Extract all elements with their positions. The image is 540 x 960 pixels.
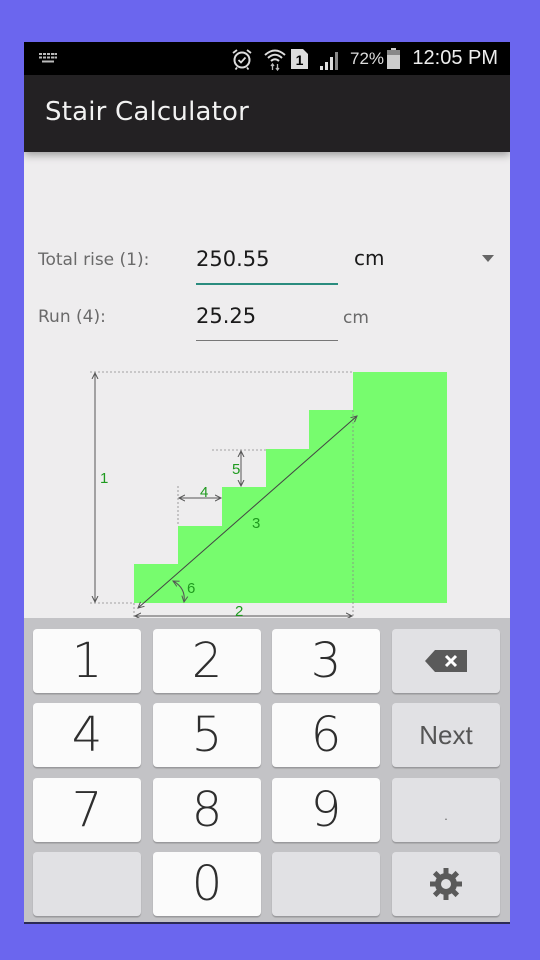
battery-percent: 72% [350, 49, 385, 68]
key-label: 0 [191, 856, 223, 912]
settings-key[interactable] [392, 852, 500, 916]
screen-bottom-edge [24, 922, 510, 924]
key-label: 4 [71, 707, 103, 763]
unit-dropdown[interactable]: cm [354, 246, 494, 276]
sim-1-icon: 1 [291, 49, 308, 69]
phone-screen: 1 72% 12:05 PM Stair Calculator Total ri… [24, 42, 510, 924]
battery-icon [387, 48, 400, 69]
label-run: 4 [200, 484, 208, 501]
total-rise-underline [196, 283, 338, 285]
key-label: . [442, 800, 450, 826]
label-total-rise: 1 [100, 470, 108, 487]
signal-icon [320, 52, 338, 70]
keyboard-icon [39, 53, 57, 63]
app-bar: Stair Calculator [24, 75, 510, 152]
key-8[interactable]: 8 [153, 778, 261, 842]
label-angle: 6 [187, 580, 195, 597]
run-unit: cm [343, 308, 369, 328]
key-1[interactable]: 1 [33, 629, 141, 693]
total-rise-label: Total rise (1): [38, 250, 150, 270]
svg-text:1: 1 [296, 52, 304, 68]
key-label: Next [419, 719, 473, 750]
blank-key[interactable] [33, 852, 141, 916]
stair-diagram: 1 2 3 4 5 6 [90, 371, 447, 620]
key-label: 7 [71, 782, 103, 838]
run-underline [196, 340, 338, 341]
key-6[interactable]: 6 [272, 703, 380, 767]
stair-shape [134, 372, 447, 603]
backspace-key[interactable] [392, 629, 500, 693]
blank-key[interactable] [272, 852, 380, 916]
numeric-keyboard: 1 2 3 4 5 6 Next 7 8 9. 0 [24, 618, 510, 924]
key-2[interactable]: 2 [153, 629, 261, 693]
label-rise: 5 [232, 461, 240, 478]
decimal-point-key[interactable]: . [392, 778, 500, 842]
key-label: 6 [310, 707, 342, 763]
label-stringer: 3 [252, 515, 260, 532]
alarm-icon [232, 49, 252, 70]
backspace-icon [425, 650, 467, 672]
key-label: 9 [310, 782, 342, 838]
total-rise-input[interactable] [196, 242, 338, 276]
key-7[interactable]: 7 [33, 778, 141, 842]
key-4[interactable]: 4 [33, 703, 141, 767]
next-key[interactable]: Next [392, 703, 500, 767]
key-label: 2 [191, 633, 223, 689]
run-input[interactable] [196, 299, 338, 333]
key-5[interactable]: 5 [153, 703, 261, 767]
unit-dropdown-value: cm [354, 246, 385, 270]
dropdown-arrow-icon [482, 255, 494, 262]
key-label: 3 [310, 633, 342, 689]
status-bar: 1 72% 12:05 PM [24, 42, 510, 75]
wifi-icon [264, 49, 286, 71]
clock: 12:05 PM [412, 47, 498, 69]
key-0[interactable]: 0 [153, 852, 261, 916]
gear-icon [430, 868, 462, 900]
key-label: 8 [191, 782, 223, 838]
key-9[interactable]: 9 [272, 778, 380, 842]
run-label: Run (4): [38, 307, 106, 327]
key-3[interactable]: 3 [272, 629, 380, 693]
key-label: 1 [71, 633, 103, 689]
key-label: 5 [191, 707, 223, 763]
app-title: Stair Calculator [45, 97, 250, 127]
